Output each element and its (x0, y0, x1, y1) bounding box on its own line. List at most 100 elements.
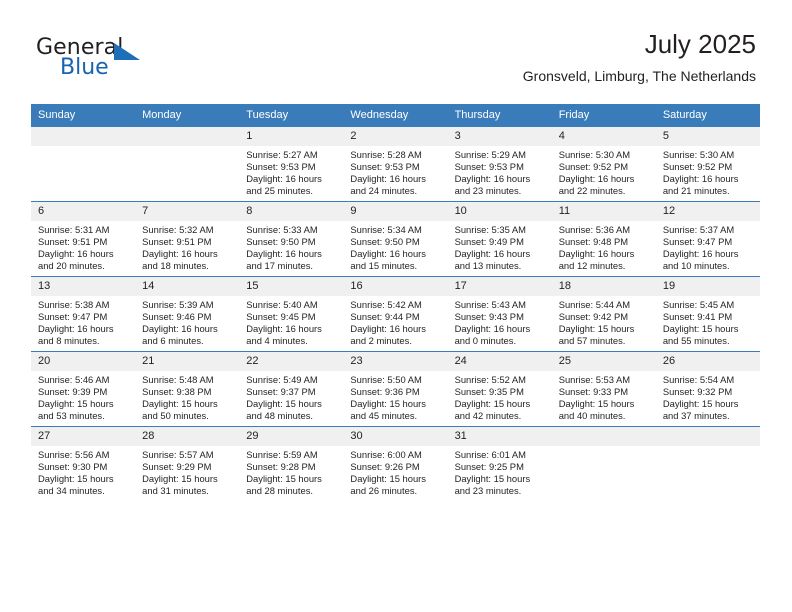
weekday-header-sunday: Sunday (31, 104, 136, 127)
day-details: Sunrise: 5:29 AM Sunset: 9:53 PM Daylight:… (448, 146, 552, 197)
sunset-text: Sunset: 9:53 PM (350, 161, 420, 173)
calendar-day-cell[interactable]: 10 Sunrise: 5:35 AM Sunset: 9:49 PM Dayligh… (447, 201, 552, 277)
day-details: Sunrise: 5:40 AM Sunset: 9:45 PM Daylight:… (239, 296, 343, 347)
day-cell-inner: 3 Sunrise: 5:29 AM Sunset: 9:53 PM Daylight… (447, 127, 552, 201)
day-cell-inner: 15 Sunrise: 5:40 AM Sunset: 9:45 PM Dayligh… (239, 277, 344, 351)
sunset-text: Sunset: 9:45 PM (246, 311, 316, 323)
sunrise-text: Sunrise: 5:32 AM (142, 224, 214, 235)
daylight-text-line2: and 12 minutes. (558, 260, 626, 272)
day-details: Sunrise: 5:53 AM Sunset: 9:33 PM Daylight:… (552, 371, 656, 422)
calendar-day-cell[interactable]: 20 Sunrise: 5:46 AM Sunset: 9:39 PM Dayligh… (31, 351, 136, 427)
daylight-text-line1: Daylight: 16 hours (142, 248, 218, 260)
day-cell-inner: 2 Sunrise: 5:28 AM Sunset: 9:53 PM Daylight… (343, 127, 448, 201)
calendar-day-cell[interactable]: 21 Sunrise: 5:48 AM Sunset: 9:38 PM Dayligh… (135, 351, 240, 427)
calendar-day-cell[interactable]: 7 Sunrise: 5:32 AM Sunset: 9:51 PM Daylight… (135, 201, 240, 277)
calendar-day-cell[interactable]: 23 Sunrise: 5:50 AM Sunset: 9:36 PM Dayligh… (343, 351, 448, 427)
day-cell-inner: 9 Sunrise: 5:34 AM Sunset: 9:50 PM Daylight… (343, 202, 448, 276)
sunset-text: Sunset: 9:49 PM (454, 236, 524, 248)
sunset-text: Sunset: 9:33 PM (558, 386, 629, 398)
sunrise-text: Sunrise: 5:49 AM (246, 374, 318, 385)
calendar-day-cell[interactable]: 2 Sunrise: 5:28 AM Sunset: 9:53 PM Daylight… (343, 126, 448, 202)
day-cell-inner: 27 Sunrise: 5:56 AM Sunset: 9:30 PM Dayligh… (31, 427, 136, 501)
day-details: Sunrise: 5:37 AM Sunset: 9:47 PM Daylight:… (656, 221, 760, 272)
calendar-day-cell[interactable]: 26 Sunrise: 5:54 AM Sunset: 9:32 PM Dayligh… (655, 351, 760, 427)
day-number: 23 (343, 352, 448, 371)
calendar-day-cell[interactable]: 17 Sunrise: 5:43 AM Sunset: 9:43 PM Dayligh… (447, 276, 552, 352)
sunrise-text: Sunrise: 5:35 AM (454, 224, 526, 235)
day-details: Sunrise: 5:35 AM Sunset: 9:49 PM Daylight:… (448, 221, 552, 272)
calendar-header-row: Sunday Monday Tuesday Wednesday Thursday… (31, 104, 760, 127)
calendar-day-cell[interactable]: 1 Sunrise: 5:27 AM Sunset: 9:53 PM Daylight… (239, 126, 344, 202)
calendar-day-cell[interactable]: 6 Sunrise: 5:31 AM Sunset: 9:51 PM Daylight… (31, 201, 136, 277)
day-cell-inner: 23 Sunrise: 5:50 AM Sunset: 9:36 PM Dayligh… (343, 352, 448, 426)
day-details: Sunrise: 5:50 AM Sunset: 9:36 PM Daylight:… (343, 371, 447, 422)
calendar-day-cell[interactable]: 11 Sunrise: 5:36 AM Sunset: 9:48 PM Dayligh… (551, 201, 656, 277)
general-blue-logo[interactable]: General Blue (36, 36, 236, 88)
calendar-day-cell[interactable]: 9 Sunrise: 5:34 AM Sunset: 9:50 PM Daylight… (343, 201, 448, 277)
daylight-text-line1: Daylight: 16 hours (246, 323, 322, 335)
daylight-text-line1: Daylight: 16 hours (662, 173, 739, 185)
day-number: 3 (447, 127, 552, 146)
day-number: 8 (239, 202, 344, 221)
day-cell-inner: 26 Sunrise: 5:54 AM Sunset: 9:32 PM Dayligh… (655, 352, 760, 426)
calendar-grid: Sunday Monday Tuesday Wednesday Thursday… (31, 104, 760, 501)
sunrise-text: Sunrise: 5:27 AM (246, 149, 318, 160)
day-cell-inner (31, 127, 136, 201)
daylight-text-line1: Daylight: 16 hours (38, 248, 114, 260)
daylight-text-line2: and 55 minutes. (662, 335, 730, 347)
calendar-week-row: 13 Sunrise: 5:38 AM Sunset: 9:47 PM Dayligh… (31, 276, 760, 352)
weekday-header-tuesday: Tuesday (239, 104, 344, 127)
calendar-day-cell[interactable]: 16 Sunrise: 5:42 AM Sunset: 9:44 PM Dayligh… (343, 276, 448, 352)
weekday-header-friday: Friday (551, 104, 656, 127)
daylight-text-line2: and 23 minutes. (454, 485, 522, 497)
calendar-day-cell[interactable]: 25 Sunrise: 5:53 AM Sunset: 9:33 PM Dayligh… (551, 351, 656, 427)
day-number: 12 (655, 202, 760, 221)
calendar-day-cell[interactable]: 28 Sunrise: 5:57 AM Sunset: 9:29 PM Dayligh… (135, 426, 240, 501)
calendar-day-cell[interactable]: 18 Sunrise: 5:44 AM Sunset: 9:42 PM Dayligh… (551, 276, 656, 352)
logo-text-blue: Blue (60, 55, 109, 80)
calendar-day-cell[interactable]: 19 Sunrise: 5:45 AM Sunset: 9:41 PM Dayligh… (655, 276, 760, 352)
day-number: 26 (655, 352, 760, 371)
calendar-week-row: 27 Sunrise: 5:56 AM Sunset: 9:30 PM Dayligh… (31, 426, 760, 501)
day-number: 31 (447, 427, 552, 446)
sunrise-text: Sunrise: 5:53 AM (558, 374, 631, 385)
sunset-text: Sunset: 9:52 PM (558, 161, 629, 173)
daylight-text-line2: and 13 minutes. (454, 260, 522, 272)
calendar-day-cell[interactable]: 30 Sunrise: 6:00 AM Sunset: 9:26 PM Dayligh… (343, 426, 448, 501)
daylight-text-line1: Daylight: 15 hours (558, 398, 635, 410)
calendar-day-cell[interactable]: 14 Sunrise: 5:39 AM Sunset: 9:46 PM Dayligh… (135, 276, 240, 352)
day-cell-inner: 11 Sunrise: 5:36 AM Sunset: 9:48 PM Dayligh… (551, 202, 656, 276)
calendar-day-cell[interactable]: 22 Sunrise: 5:49 AM Sunset: 9:37 PM Dayligh… (239, 351, 344, 427)
day-cell-inner: 1 Sunrise: 5:27 AM Sunset: 9:53 PM Daylight… (239, 127, 344, 201)
calendar-day-cell[interactable]: 29 Sunrise: 5:59 AM Sunset: 9:28 PM Dayligh… (239, 426, 344, 501)
calendar-day-cell[interactable]: 24 Sunrise: 5:52 AM Sunset: 9:35 PM Dayligh… (447, 351, 552, 427)
sunrise-text: Sunrise: 5:28 AM (350, 149, 422, 160)
sunrise-text: Sunrise: 5:38 AM (38, 299, 110, 310)
day-number: 10 (447, 202, 552, 221)
day-cell-inner: 8 Sunrise: 5:33 AM Sunset: 9:50 PM Daylight… (239, 202, 344, 276)
day-number: 11 (551, 202, 656, 221)
calendar-day-cell[interactable]: 13 Sunrise: 5:38 AM Sunset: 9:47 PM Dayligh… (31, 276, 136, 352)
calendar-day-cell[interactable]: 3 Sunrise: 5:29 AM Sunset: 9:53 PM Daylight… (447, 126, 552, 202)
day-number (31, 127, 136, 146)
sunrise-text: Sunrise: 5:43 AM (454, 299, 526, 310)
day-details: Sunrise: 6:00 AM Sunset: 9:26 PM Daylight:… (343, 446, 447, 497)
calendar-day-cell[interactable]: 5 Sunrise: 5:30 AM Sunset: 9:52 PM Daylight… (655, 126, 760, 202)
day-details: Sunrise: 5:46 AM Sunset: 9:39 PM Daylight:… (31, 371, 135, 422)
day-details: Sunrise: 5:31 AM Sunset: 9:51 PM Daylight:… (31, 221, 135, 272)
page-header: General Blue July 2025 Gronsveld, Limbur… (0, 0, 792, 100)
calendar-day-cell[interactable]: 8 Sunrise: 5:33 AM Sunset: 9:50 PM Daylight… (239, 201, 344, 277)
calendar-day-cell[interactable]: 31 Sunrise: 6:01 AM Sunset: 9:25 PM Dayligh… (447, 426, 552, 501)
day-cell-inner: 21 Sunrise: 5:48 AM Sunset: 9:38 PM Dayligh… (135, 352, 240, 426)
calendar-day-cell[interactable]: 4 Sunrise: 5:30 AM Sunset: 9:52 PM Daylight… (551, 126, 656, 202)
daylight-text-line1: Daylight: 16 hours (350, 323, 426, 335)
calendar-week-row: 6 Sunrise: 5:31 AM Sunset: 9:51 PM Daylight… (31, 201, 760, 277)
sunset-text: Sunset: 9:52 PM (662, 161, 733, 173)
day-details: Sunrise: 5:36 AM Sunset: 9:48 PM Daylight:… (552, 221, 656, 272)
daylight-text-line2: and 0 minutes. (454, 335, 517, 347)
weekday-header-saturday: Saturday (655, 104, 760, 127)
calendar-day-cell[interactable]: 12 Sunrise: 5:37 AM Sunset: 9:47 PM Dayligh… (655, 201, 760, 277)
calendar-day-cell[interactable]: 15 Sunrise: 5:40 AM Sunset: 9:45 PM Dayligh… (239, 276, 344, 352)
calendar-day-cell[interactable]: 27 Sunrise: 5:56 AM Sunset: 9:30 PM Dayligh… (31, 426, 136, 501)
sunset-text: Sunset: 9:50 PM (246, 236, 316, 248)
